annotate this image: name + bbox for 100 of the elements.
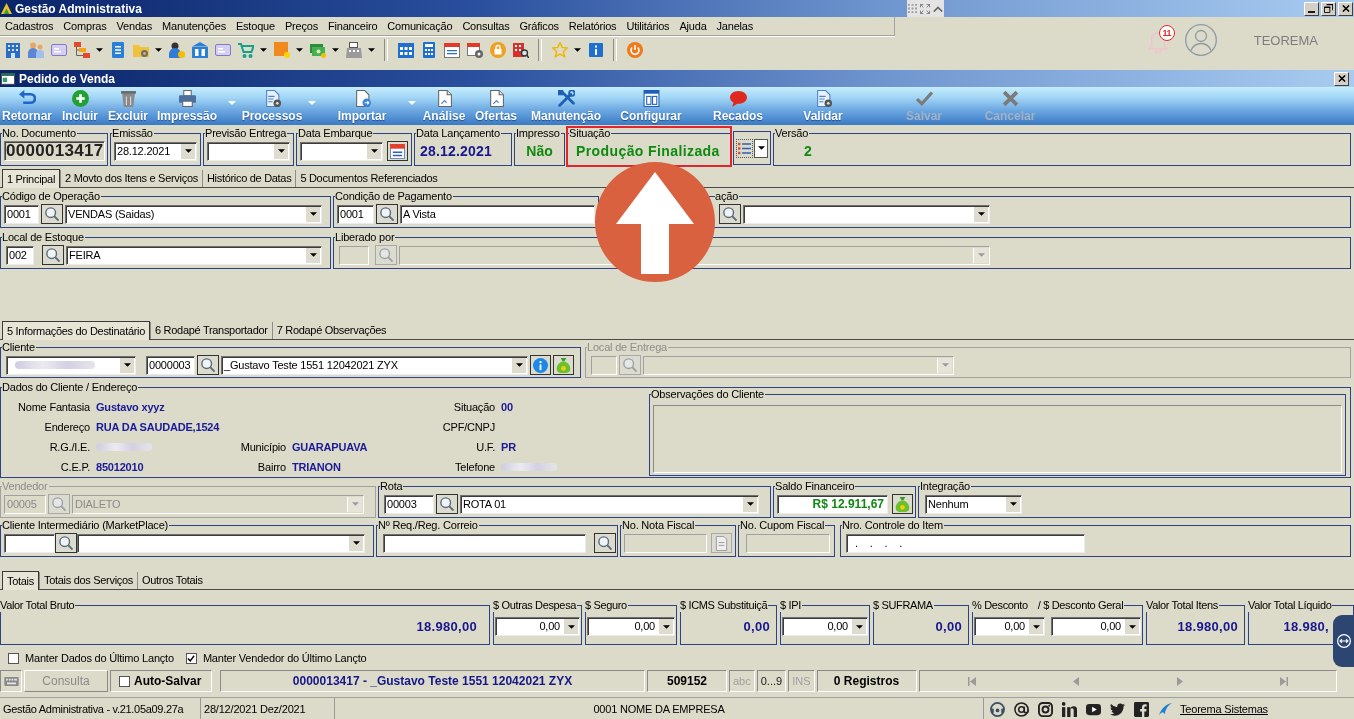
search-button[interactable]: [436, 494, 458, 514]
menu-item[interactable]: Janelas: [711, 17, 759, 35]
checkbox-label: Manter Vendedor do Último Lançto: [202, 652, 367, 664]
search-button[interactable]: [719, 204, 741, 224]
menu-item[interactable]: Compras: [58, 17, 112, 35]
code-field[interactable]: 0000003: [146, 355, 195, 375]
tab[interactable]: 6 Rodapé Transportador: [150, 322, 272, 339]
code-field[interactable]: 002: [6, 245, 34, 265]
amount-dropdown[interactable]: 0,00: [974, 617, 1045, 636]
field-label: Valor Total Líquido: [1248, 599, 1333, 612]
amount-dropdown[interactable]: 0,00: [495, 617, 580, 636]
total-value: 18.980,: [1283, 619, 1329, 634]
website-link[interactable]: Teorema Sistemas: [1180, 703, 1268, 715]
menu-item[interactable]: Estoque: [230, 17, 280, 35]
search-button[interactable]: [594, 533, 616, 553]
notes-field[interactable]: [653, 405, 1342, 473]
field-label: Nº Req./Reg. Correio: [378, 519, 479, 532]
keyboard-button[interactable]: [0, 670, 22, 692]
menu-item[interactable]: Cadastros: [0, 17, 59, 35]
code-field[interactable]: [4, 533, 55, 553]
amount-dropdown[interactable]: 0,00: [1051, 617, 1141, 636]
dropdown-field[interactable]: Nenhum: [925, 494, 1022, 514]
search-button[interactable]: [55, 533, 77, 553]
field-label: Observações do Cliente: [651, 388, 765, 401]
field-label: ação: [715, 190, 740, 203]
side-panel-button[interactable]: [1333, 615, 1354, 667]
dropdown-button[interactable]: [754, 138, 768, 158]
calendar-icon: [443, 42, 460, 58]
checkbox[interactable]: [8, 652, 19, 664]
tab[interactable]: 2 Movto dos Itens e Serviços: [60, 170, 202, 187]
previous-icon: [1072, 676, 1079, 686]
menu-item[interactable]: Vendas: [111, 17, 158, 35]
code-field[interactable]: 00003: [384, 494, 434, 514]
tab[interactable]: 5 Informações do Destinatário: [2, 321, 151, 340]
code-field[interactable]: 0001: [337, 204, 374, 224]
checkbox[interactable]: [119, 675, 130, 687]
balance-field[interactable]: R$ 12.911,67: [777, 494, 888, 514]
menu-item[interactable]: Relatórios: [563, 17, 622, 35]
at-sign-icon: [1014, 701, 1029, 717]
menu-item[interactable]: Comunicação: [382, 17, 458, 35]
indicator: 0...9: [756, 670, 787, 692]
field-label: Nome Fantasia: [18, 401, 90, 413]
return-arrow-icon: [18, 90, 36, 107]
menu-item[interactable]: Ajuda: [674, 17, 712, 35]
dropdown-field[interactable]: VENDAS (Saidas): [65, 204, 322, 224]
search-icon: [379, 248, 393, 262]
text-field[interactable]: [624, 533, 707, 553]
tab[interactable]: 5 Documentos Referenciados: [295, 170, 442, 187]
tab[interactable]: 7 Rodapé Observações: [271, 322, 391, 339]
menu-item[interactable]: Financeiro: [322, 17, 383, 35]
financial-button[interactable]: [553, 355, 574, 375]
dropdown-field[interactable]: FEIRA: [66, 245, 322, 265]
text-field[interactable]: . . . .: [846, 533, 1085, 553]
dropdown-field[interactable]: A Vista: [400, 204, 595, 224]
tab[interactable]: Outros Totais: [137, 572, 207, 589]
restore-button[interactable]: [1321, 1, 1336, 16]
field-label: No. Cupom Fiscal: [740, 519, 826, 532]
menu-item[interactable]: Consultas: [457, 17, 515, 35]
toolbar-handle[interactable]: [907, 0, 944, 17]
checkbox[interactable]: [185, 652, 197, 664]
search-icon: [598, 536, 612, 550]
search-button[interactable]: [197, 355, 219, 375]
minimize-button[interactable]: [1304, 1, 1319, 16]
amount-dropdown[interactable]: 0,00: [587, 617, 675, 636]
menu-item[interactable]: Manutenções: [157, 17, 231, 35]
tab[interactable]: 1 Principal: [2, 169, 61, 188]
tab[interactable]: Totais dos Serviços: [38, 572, 137, 589]
client-dropdown[interactable]: _Gustavo Teste 1551 12042021 ZYX: [221, 355, 528, 375]
date-dropdown[interactable]: [207, 141, 290, 161]
text-field[interactable]: [383, 533, 586, 553]
menu-item[interactable]: Preços: [279, 17, 323, 35]
tab[interactable]: Histórico de Datas: [201, 170, 296, 187]
search-button[interactable]: [376, 204, 398, 224]
date-dropdown[interactable]: [300, 141, 383, 161]
dropdown-field[interactable]: ROTA 01: [460, 494, 759, 514]
amount-dropdown[interactable]: 0,00: [782, 617, 868, 636]
menu-item[interactable]: Utilitários: [621, 17, 675, 35]
dropdown-field[interactable]: [77, 533, 365, 553]
money-icon: [309, 42, 326, 58]
caret-icon: [757, 146, 765, 150]
menu-item[interactable]: Gráficos: [514, 17, 564, 35]
code-field[interactable]: [339, 245, 369, 265]
date-dropdown[interactable]: 28.12.2021: [114, 141, 197, 161]
tab[interactable]: Totais: [2, 571, 39, 590]
calendar-button[interactable]: [387, 141, 408, 161]
info-button[interactable]: [530, 355, 551, 375]
list-button[interactable]: [736, 138, 754, 158]
search-button[interactable]: [41, 204, 63, 224]
client-id-dropdown[interactable]: [6, 355, 136, 375]
field-value: 85012010: [96, 461, 144, 473]
code-field[interactable]: 0001: [4, 204, 39, 224]
close-button[interactable]: [1338, 1, 1353, 16]
financial-button[interactable]: [892, 494, 913, 514]
dropdown-field[interactable]: [743, 204, 990, 224]
speech-bubble-icon: [729, 90, 747, 107]
card-icon: [214, 42, 231, 58]
close-button[interactable]: [1334, 71, 1349, 86]
search-button[interactable]: [42, 245, 64, 265]
text-field[interactable]: [746, 533, 830, 553]
window-title: Pedido de Venda: [19, 71, 116, 86]
